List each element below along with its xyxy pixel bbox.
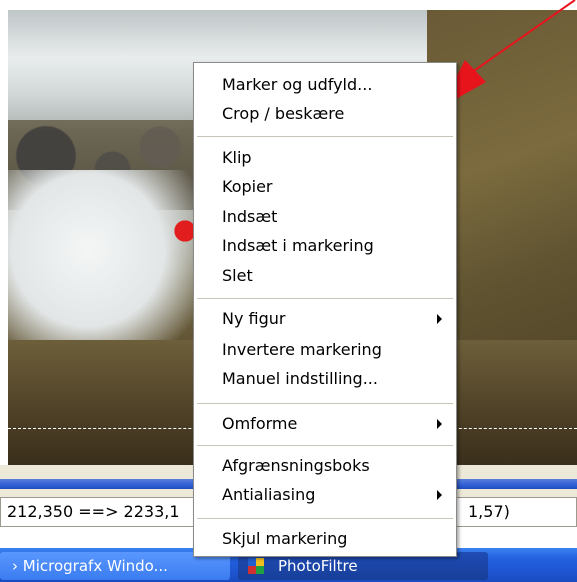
menu-item-afgraensningsboks[interactable]: Afgrænsningsboks bbox=[222, 453, 370, 479]
annotation-arrow-icon bbox=[440, 0, 576, 108]
menu-separator bbox=[197, 403, 453, 405]
submenu-arrow-icon bbox=[437, 314, 442, 324]
submenu-arrow-icon bbox=[437, 419, 442, 429]
menu-item-kopier[interactable]: Kopier bbox=[222, 174, 273, 200]
context-menu: Marker og udfyld... Crop / beskære Klip … bbox=[193, 62, 457, 557]
menu-item-ny-figur[interactable]: Ny figur bbox=[222, 306, 285, 332]
submenu-arrow-icon bbox=[437, 490, 442, 500]
taskbar-item-label: PhotoFiltre bbox=[278, 557, 358, 575]
menu-item-indsaet[interactable]: Indsæt bbox=[222, 204, 277, 230]
menu-item-marker-og-udfyld[interactable]: Marker og udfyld... bbox=[222, 72, 372, 98]
menu-item-manuel-indstilling[interactable]: Manuel indstilling... bbox=[222, 366, 378, 392]
menu-item-klip[interactable]: Klip bbox=[222, 145, 252, 171]
menu-item-slet[interactable]: Slet bbox=[222, 263, 253, 289]
taskbar-chevron-icon: › bbox=[12, 557, 18, 575]
menu-separator bbox=[197, 298, 453, 300]
menu-separator bbox=[197, 136, 453, 138]
menu-separator bbox=[197, 518, 453, 520]
menu-item-skjul-markering[interactable]: Skjul markering bbox=[222, 526, 347, 552]
menu-item-omforme[interactable]: Omforme bbox=[222, 411, 297, 437]
menu-separator bbox=[197, 445, 453, 447]
menu-item-indsaet-i-markering[interactable]: Indsæt i markering bbox=[222, 233, 374, 259]
status-coordinates-right: 1,57) bbox=[455, 497, 577, 527]
taskbar-item-label: Micrografx Windo... bbox=[22, 557, 168, 575]
menu-item-invertere-markering[interactable]: Invertere markering bbox=[222, 337, 382, 363]
status-coordinates: 212,350 ==> 2233,1 bbox=[0, 497, 200, 527]
menu-item-antialiasing[interactable]: Antialiasing bbox=[222, 482, 315, 508]
photofiltre-icon bbox=[248, 558, 264, 574]
menu-item-crop[interactable]: Crop / beskære bbox=[222, 101, 344, 127]
